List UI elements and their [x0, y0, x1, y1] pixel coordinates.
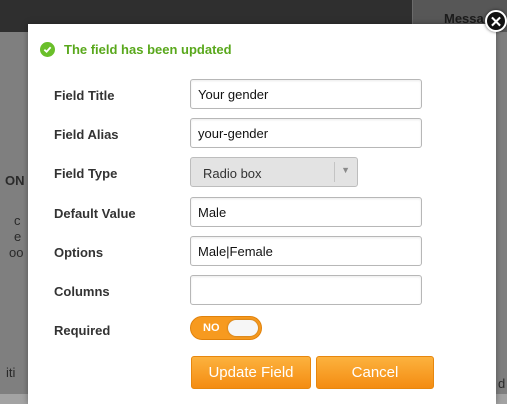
field-title-input[interactable]	[190, 79, 422, 109]
default-value-row: Default Value	[54, 197, 424, 229]
toggle-knob	[228, 320, 258, 336]
options-label: Options	[54, 245, 104, 260]
default-value-label: Default Value	[54, 206, 136, 221]
close-icon: ✕	[489, 14, 503, 31]
field-type-value: Radio box	[203, 166, 262, 181]
field-alias-row: Field Alias	[54, 118, 424, 150]
background-text-fragment: e	[14, 229, 22, 244]
background-text-fragment: d	[498, 376, 506, 391]
background-text-fragment: oo	[9, 245, 24, 260]
options-row: Options	[54, 236, 424, 268]
update-field-button[interactable]: Update Field	[191, 356, 311, 389]
required-row: Required NO	[54, 314, 424, 346]
chevron-down-icon: ▼	[341, 165, 350, 175]
field-type-label: Field Type	[54, 166, 118, 181]
success-notice: The field has been updated	[40, 42, 232, 57]
background-text-fragment: iti	[6, 365, 16, 380]
required-label: Required	[54, 323, 111, 338]
field-type-select[interactable]: Radio box ▼	[190, 157, 358, 187]
columns-input[interactable]	[190, 275, 422, 305]
background-text-fragment: ON	[5, 173, 25, 188]
field-type-row: Field Type Radio box ▼	[54, 157, 424, 189]
field-title-row: Field Title	[54, 79, 424, 111]
field-alias-label: Field Alias	[54, 127, 119, 142]
required-toggle[interactable]: NO	[190, 316, 262, 340]
notice-text: The field has been updated	[64, 42, 232, 57]
columns-row: Columns	[54, 275, 424, 307]
field-title-label: Field Title	[54, 88, 115, 103]
toggle-state-text: NO	[203, 322, 220, 334]
close-button[interactable]: ✕	[485, 10, 507, 32]
default-value-input[interactable]	[190, 197, 422, 227]
select-divider	[334, 162, 335, 182]
check-icon	[40, 42, 55, 57]
field-alias-input[interactable]	[190, 118, 422, 148]
options-input[interactable]	[190, 236, 422, 266]
columns-label: Columns	[54, 284, 110, 299]
cancel-button[interactable]: Cancel	[316, 356, 434, 389]
background-text-fragment: c	[14, 213, 21, 228]
